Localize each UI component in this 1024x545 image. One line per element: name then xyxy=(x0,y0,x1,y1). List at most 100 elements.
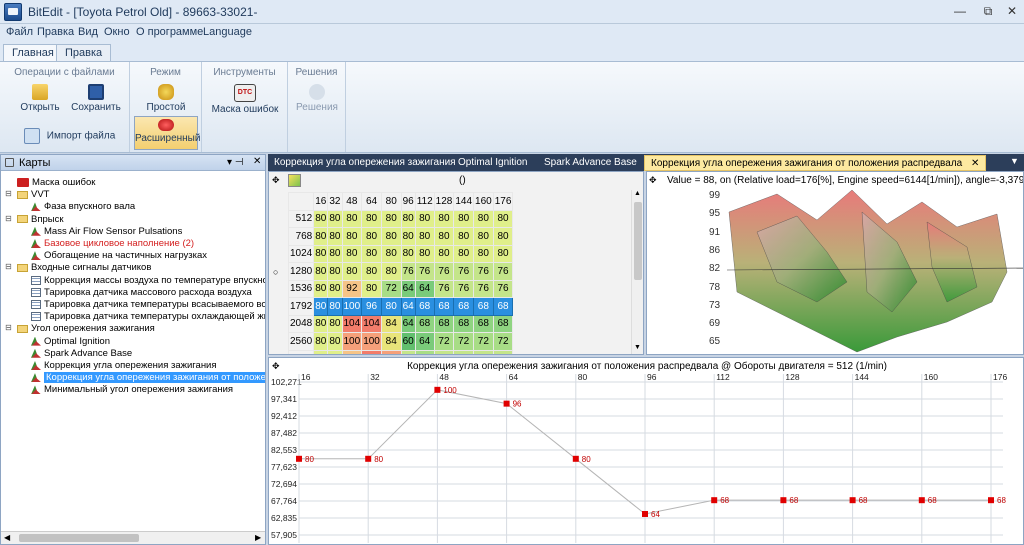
tree-item[interactable]: Входные сигналы датчиков xyxy=(17,262,151,274)
table-cell[interactable]: 80 xyxy=(327,279,343,298)
close-icon[interactable]: ✕ xyxy=(253,156,261,167)
table-cell[interactable]: 76 xyxy=(433,279,455,298)
table-cell[interactable]: 76 xyxy=(453,262,475,281)
table-cell[interactable]: 80 xyxy=(400,227,416,246)
table-cell[interactable]: 68 xyxy=(492,314,514,333)
table-cell[interactable]: 76 xyxy=(473,279,494,298)
scroll-left-icon[interactable]: ◀ xyxy=(4,533,10,542)
table-cell[interactable]: 80 xyxy=(313,297,329,316)
data-point[interactable] xyxy=(711,497,718,504)
table-cell[interactable]: 68 xyxy=(433,314,455,333)
table-cell[interactable]: 80 xyxy=(361,209,382,228)
table-cell[interactable]: 80 xyxy=(313,262,329,281)
table-cell[interactable]: 68 xyxy=(473,314,494,333)
table-cell[interactable]: 80 xyxy=(453,244,475,263)
table-cell[interactable]: 80 xyxy=(361,244,382,263)
colormap-icon[interactable] xyxy=(288,174,301,187)
table-cell[interactable]: 80 xyxy=(341,227,363,246)
tree-item[interactable]: Spark Advance Base xyxy=(31,348,132,360)
table-cell[interactable]: 104 xyxy=(361,314,382,333)
horizontal-scrollbar[interactable]: ◀ ▶ xyxy=(1,531,265,544)
table-cell[interactable]: 80 xyxy=(380,262,402,281)
table-cell[interactable]: 76 xyxy=(473,262,494,281)
table-cell[interactable]: 80 xyxy=(433,209,455,228)
table-cell[interactable]: 80 xyxy=(400,244,416,263)
tab-ignition-camshaft[interactable]: Коррекция угла опережения зажигания от п… xyxy=(644,155,987,171)
tab-spark-advance-base[interactable]: Spark Advance Base xyxy=(538,155,643,171)
tree-item[interactable]: Маска ошибок xyxy=(17,177,95,189)
table-cell[interactable]: 76 xyxy=(492,262,514,281)
table-cell[interactable]: 80 xyxy=(473,209,494,228)
app-icon[interactable] xyxy=(4,3,22,21)
data-point[interactable] xyxy=(296,455,302,462)
table-cell[interactable]: 80 xyxy=(453,227,475,246)
tab-optimal-ignition[interactable]: Optimal Ignition xyxy=(452,155,533,171)
menu-edit[interactable]: Правка xyxy=(37,26,74,38)
table-cell[interactable]: 80 xyxy=(341,244,363,263)
table-cell[interactable]: 80 xyxy=(414,227,435,246)
table-cell[interactable]: 80 xyxy=(341,262,363,281)
solutions-button[interactable]: Решения xyxy=(292,84,342,113)
table-cell[interactable]: 76 xyxy=(473,349,494,354)
table-cell[interactable]: 72 xyxy=(492,332,514,351)
table-cell[interactable]: 60 xyxy=(400,332,416,351)
table-cell[interactable]: 80 xyxy=(380,227,402,246)
table-cell[interactable]: 80 xyxy=(361,262,382,281)
table-cell[interactable]: 76 xyxy=(433,349,455,354)
table-cell[interactable]: 76 xyxy=(414,262,435,281)
column-header[interactable]: 112 xyxy=(414,192,435,211)
table-cell[interactable]: 100 xyxy=(361,332,382,351)
tree-item[interactable]: Фаза впускного вала xyxy=(31,201,135,213)
table-cell[interactable]: 72 xyxy=(473,332,494,351)
row-header[interactable]: 2048 xyxy=(287,314,315,333)
tree-collapse-icon[interactable]: ⊟ xyxy=(5,262,12,271)
table-cell[interactable]: 80 xyxy=(341,209,363,228)
tab-ignition-correction[interactable]: Коррекция угла опережения зажигания xyxy=(268,155,462,171)
column-header[interactable]: 96 xyxy=(400,192,416,211)
data-point[interactable] xyxy=(365,455,372,462)
scroll-right-icon[interactable]: ▶ xyxy=(255,533,261,542)
table-cell[interactable]: 64 xyxy=(400,314,416,333)
table-cell[interactable]: 80 xyxy=(313,227,329,246)
scroll-thumb[interactable] xyxy=(634,202,642,280)
table-cell[interactable]: 80 xyxy=(327,332,343,351)
table-cell[interactable]: 76 xyxy=(400,349,416,354)
table-cell[interactable]: 80 xyxy=(400,209,416,228)
table-cell[interactable]: 84 xyxy=(380,314,402,333)
import-button[interactable]: Импорт файла xyxy=(24,128,124,144)
tree-item[interactable]: Коррекция угла опережения зажигания xyxy=(31,360,217,372)
table-cell[interactable]: 80 xyxy=(327,262,343,281)
tab-edit[interactable]: Правка xyxy=(56,44,112,62)
column-header[interactable]: 32 xyxy=(327,192,343,211)
scroll-down-icon[interactable]: ▼ xyxy=(634,344,641,351)
open-button[interactable]: Открыть xyxy=(18,84,62,113)
table-cell[interactable]: 80 xyxy=(313,244,329,263)
row-header[interactable]: 1024 xyxy=(287,244,315,263)
surface-3d-plot[interactable] xyxy=(647,172,1024,355)
table-cell[interactable]: 72 xyxy=(453,332,475,351)
tree-item[interactable]: Optimal Ignition xyxy=(31,336,110,348)
table-cell[interactable]: 80 xyxy=(327,314,343,333)
move-icon[interactable]: ✥ xyxy=(272,175,280,186)
dtc-mask-button[interactable]: DTC Маска ошибок xyxy=(206,84,284,115)
minimize-button[interactable]: — xyxy=(946,2,974,20)
table-cell[interactable]: 68 xyxy=(453,297,475,316)
table-cell[interactable]: 80 xyxy=(313,332,329,351)
table-cell[interactable]: 64 xyxy=(400,297,416,316)
table-cell[interactable]: 80 xyxy=(473,227,494,246)
table-cell[interactable]: 92 xyxy=(341,279,363,298)
tree-item[interactable]: Тарировка датчика температуры всасываемо… xyxy=(31,299,265,311)
tree-item[interactable]: Тарировка датчика массового расхода возд… xyxy=(31,287,252,299)
table-cell[interactable]: 80 xyxy=(361,279,382,298)
table-cell[interactable]: 68 xyxy=(473,297,494,316)
table-cell[interactable]: 76 xyxy=(492,279,514,298)
table-cell[interactable]: 80 xyxy=(492,227,514,246)
menu-language[interactable]: Language xyxy=(203,26,252,38)
row-header[interactable]: 1536 xyxy=(287,279,315,298)
scroll-thumb[interactable] xyxy=(19,534,139,542)
scroll-up-icon[interactable]: ▲ xyxy=(634,190,641,197)
tree-collapse-icon[interactable]: ⊟ xyxy=(5,323,12,332)
data-point[interactable] xyxy=(849,497,856,504)
table-cell[interactable]: 80 xyxy=(433,244,455,263)
advanced-mode-button[interactable]: Расширенный xyxy=(134,116,200,150)
